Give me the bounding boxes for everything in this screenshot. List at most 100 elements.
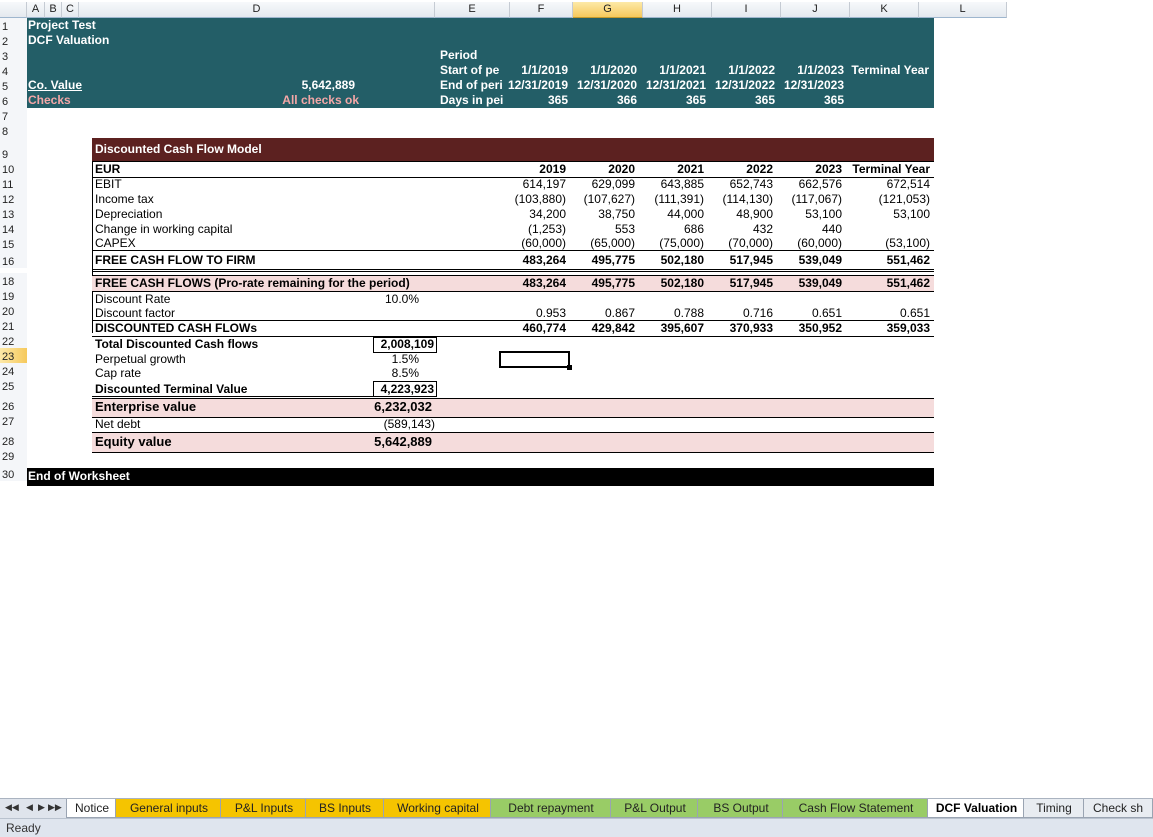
row-header[interactable]: 11: [0, 176, 27, 191]
row-header[interactable]: 19: [0, 288, 27, 303]
row-header[interactable]: 9: [0, 138, 27, 161]
checks-label[interactable]: Checks: [28, 93, 71, 107]
column-header[interactable]: G: [573, 2, 643, 18]
last-sheet-icon[interactable]: ▶▶: [48, 802, 62, 813]
row-header[interactable]: 23: [0, 348, 27, 363]
dcf-value: 395,607: [660, 321, 704, 335]
row-header[interactable]: 28: [0, 428, 27, 448]
year-header: 2022: [746, 162, 773, 176]
sheet-tab[interactable]: P&L Output: [610, 799, 700, 818]
checks-status: All checks ok: [282, 93, 359, 107]
first-sheet-icon[interactable]: ◀◀: [5, 802, 19, 813]
fcff-value: 551,462: [886, 253, 930, 267]
sheet-tab[interactable]: Debt repayment: [490, 799, 612, 818]
discount-rate-value[interactable]: 10.0%: [357, 292, 419, 306]
dcf-value: 370,933: [729, 321, 773, 335]
row-header[interactable]: 27: [0, 413, 27, 428]
row-label: EBIT: [95, 177, 122, 191]
row-header[interactable]: 18: [0, 273, 27, 288]
table-border: [92, 161, 93, 333]
cap-rate-value[interactable]: 8.5%: [357, 366, 419, 380]
sheet-tab[interactable]: Cash Flow Statement: [782, 799, 930, 818]
start-label: Start of pe: [440, 63, 500, 77]
column-header[interactable]: D: [79, 2, 435, 18]
row-value: (103,880): [514, 192, 566, 206]
row-label: CAPEX: [95, 236, 136, 250]
discount-factor-value: 0.651: [899, 306, 930, 320]
row-header[interactable]: 8: [0, 123, 27, 138]
sheet-tab[interactable]: Timing: [1023, 799, 1085, 818]
sheet-tab[interactable]: P&L Inputs: [220, 799, 308, 818]
column-header[interactable]: H: [643, 2, 712, 18]
equity-rule: [92, 452, 934, 453]
select-all-corner[interactable]: [0, 2, 27, 18]
row-header[interactable]: 22: [0, 333, 27, 348]
row-value: 432: [752, 222, 773, 236]
row-value: (70,000): [728, 236, 773, 250]
row-header[interactable]: 26: [0, 393, 27, 413]
row-header[interactable]: 4: [0, 63, 27, 78]
column-header[interactable]: L: [919, 2, 1007, 18]
sheet-tab[interactable]: General inputs: [115, 799, 223, 818]
column-header[interactable]: A: [27, 2, 45, 18]
row-value: 38,750: [598, 207, 635, 221]
active-cell-selection[interactable]: [499, 351, 572, 370]
row-header[interactable]: 25: [0, 378, 27, 393]
next-sheet-icon[interactable]: ▶: [38, 802, 45, 813]
co-value-label[interactable]: Co. Value: [28, 78, 82, 92]
sheet-tab[interactable]: BS Inputs: [305, 799, 385, 818]
net-debt-rule: [92, 432, 934, 433]
row-value: (111,391): [654, 192, 704, 206]
row-header[interactable]: 6: [0, 93, 27, 108]
row-value: 629,099: [591, 177, 635, 191]
row-header[interactable]: 13: [0, 206, 27, 221]
row-header[interactable]: 15: [0, 236, 27, 251]
column-header-bar: ABCDEFGHIJKL: [0, 0, 1153, 18]
days-label: Days in pei: [440, 93, 504, 107]
perpetual-growth-value[interactable]: 1.5%: [357, 352, 419, 366]
sheet-tab[interactable]: BS Output: [697, 799, 785, 818]
column-header[interactable]: F: [510, 2, 573, 18]
row-header[interactable]: 14: [0, 221, 27, 236]
start-date: 1/1/2019: [521, 63, 568, 77]
row-header[interactable]: 2: [0, 33, 27, 48]
column-header[interactable]: B: [45, 2, 62, 18]
sheet-tab[interactable]: Check sh: [1083, 799, 1153, 818]
row-header[interactable]: 16: [0, 251, 27, 268]
start-date: 1/1/2021: [659, 63, 706, 77]
row-value: 44,000: [667, 207, 704, 221]
terminal-value-box: [373, 381, 437, 397]
column-header[interactable]: E: [435, 2, 510, 18]
fcf-prorate-label: FREE CASH FLOWS (Pro-rate remaining for …: [95, 276, 410, 290]
worksheet[interactable]: Project Test DCF Valuation Period Start …: [27, 18, 1153, 798]
row-header[interactable]: 21: [0, 318, 27, 333]
sheet-tab[interactable]: DCF Valuation: [927, 799, 1026, 818]
prev-sheet-icon[interactable]: ◀: [26, 802, 33, 813]
row-header[interactable]: 3: [0, 48, 27, 63]
row-header[interactable]: 24: [0, 363, 27, 378]
days-in-period: 365: [685, 93, 706, 107]
row-header[interactable]: 7: [0, 108, 27, 123]
column-header[interactable]: K: [850, 2, 919, 18]
row-value: 686: [683, 222, 704, 236]
row-value: 53,100: [893, 207, 930, 221]
row-header[interactable]: 10: [0, 161, 27, 176]
row-header[interactable]: 20: [0, 303, 27, 318]
row-value: 643,885: [660, 177, 704, 191]
cap-rate-label: Cap rate: [95, 366, 142, 380]
row-header[interactable]: 5: [0, 78, 27, 93]
discount-factor-value: 0.867: [604, 306, 635, 320]
row-header[interactable]: 12: [0, 191, 27, 206]
row-value: (60,000): [797, 236, 842, 250]
row-header[interactable]: 30: [0, 463, 27, 481]
row-header[interactable]: 29: [0, 448, 27, 463]
sheet-tab[interactable]: Working capital: [383, 799, 493, 818]
period-label: Period: [440, 48, 478, 62]
sheet-tab[interactable]: Notice: [66, 799, 118, 818]
row-value: 652,743: [729, 177, 773, 191]
terminal-value-rule: [92, 396, 373, 397]
column-header[interactable]: C: [62, 2, 79, 18]
column-header[interactable]: J: [781, 2, 850, 18]
row-header[interactable]: 1: [0, 18, 27, 33]
column-header[interactable]: I: [712, 2, 781, 18]
